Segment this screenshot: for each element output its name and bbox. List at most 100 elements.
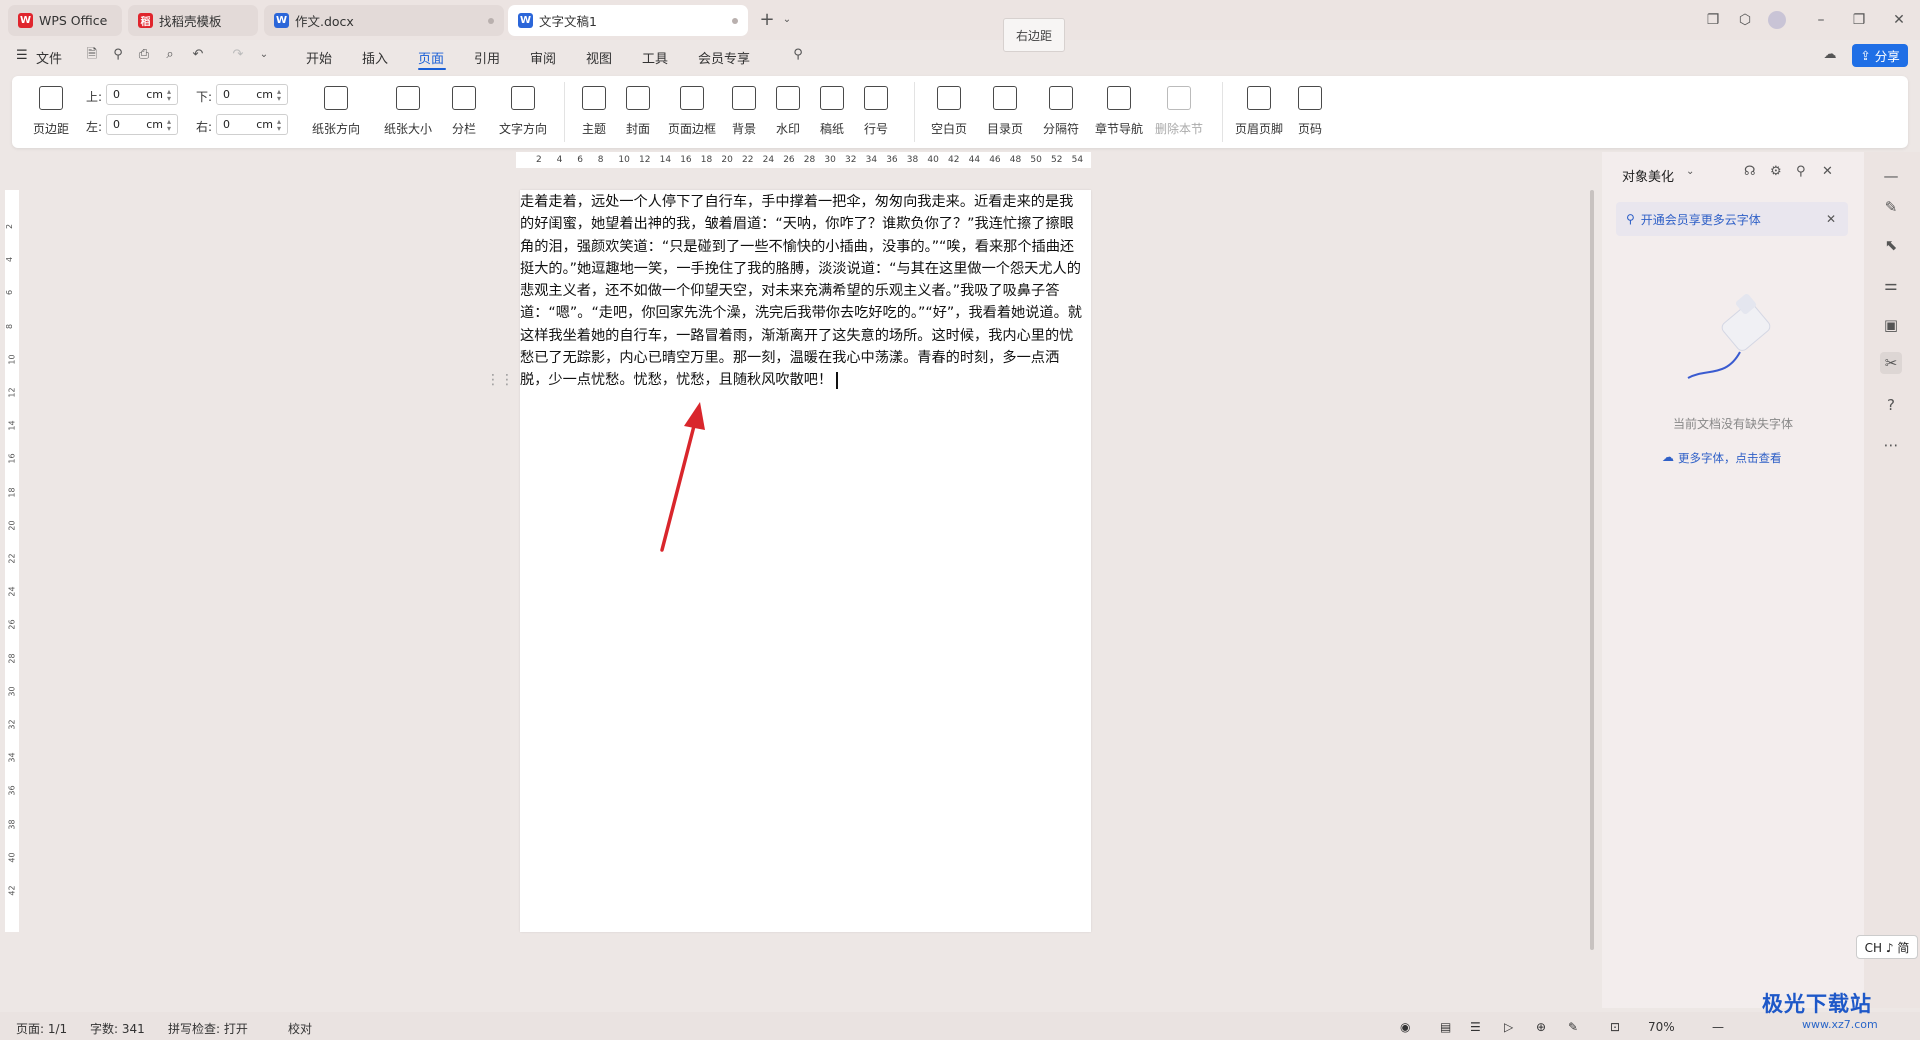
new-tab-plus-icon[interactable]: + — [758, 11, 776, 29]
document-text[interactable]: 走着走着，远处一个人停下了自行车，手中撑着一把伞，匆匆向我走来。近看走来的是我的… — [520, 194, 1082, 388]
tab-zuowen-docx[interactable]: W 作文.docx — [264, 5, 504, 36]
menu-tools[interactable]: 工具 — [642, 48, 668, 67]
columns-button[interactable]: 分栏 — [444, 82, 484, 144]
paper-size-button[interactable]: 纸张大小 — [378, 82, 438, 144]
cloud-icon[interactable]: ☁ — [1822, 47, 1838, 63]
vertical-ruler[interactable]: 2 4 6 8 10 12 14 16 18 20 22 24 26 28 30 32 34 36 38 40 42 — [5, 190, 19, 932]
blank-page-button[interactable]: 空白页 — [924, 82, 974, 144]
pin-icon[interactable]: ⚲ — [1796, 164, 1806, 179]
margin-right-input[interactable]: 0 cm ▴ ▾ — [216, 114, 288, 135]
pen-mode-icon[interactable]: ✎ — [1568, 1020, 1578, 1034]
print-icon[interactable]: ⎙ — [136, 47, 152, 63]
scroll-thumb[interactable] — [1590, 190, 1594, 950]
gear-icon[interactable]: ⚙ — [1770, 164, 1782, 179]
spinner-icon[interactable]: ▴ ▾ — [167, 117, 171, 132]
delete-section-button[interactable]: 删除本节 — [1152, 82, 1206, 144]
zoom-out-icon[interactable]: — — [1712, 1020, 1724, 1034]
panel-title[interactable]: 对象美化 — [1622, 166, 1674, 185]
beautify-icon[interactable]: ✂ — [1880, 352, 1902, 374]
menu-review[interactable]: 审阅 — [530, 48, 556, 67]
more-icon[interactable]: ⋯ — [1880, 434, 1902, 456]
fit-page-icon[interactable]: ⊡ — [1610, 1020, 1620, 1034]
spinner-icon[interactable]: ▴ ▾ — [277, 87, 281, 102]
document-body[interactable]: 走着走着，远处一个人停下了自行车，手中撑着一把伞，匆匆向我走来。近看走来的是我的… — [520, 190, 1087, 392]
drag-handle-icon[interactable]: ⋮⋮ — [486, 372, 514, 388]
more-fonts-link[interactable]: 更多字体，点击查看 — [1678, 450, 1782, 466]
menu-start[interactable]: 开始 — [306, 48, 332, 67]
window-tile-icon[interactable]: ❐ — [1704, 11, 1722, 29]
web-view-icon[interactable]: ⊕ — [1536, 1020, 1546, 1034]
separator-button[interactable]: 分隔符 — [1036, 82, 1086, 144]
quick-access-chevron-icon[interactable]: ⌄ — [256, 47, 272, 63]
proofread[interactable]: 校对 — [288, 1020, 312, 1037]
spell-check[interactable]: 拼写检查: 打开 — [168, 1020, 248, 1037]
play-icon[interactable]: ▷ — [1504, 1020, 1513, 1034]
avatar[interactable] — [1768, 11, 1786, 29]
zoom-level[interactable]: 70% — [1648, 1020, 1675, 1034]
hamburger-icon[interactable]: ☰ — [16, 48, 28, 63]
line-number-button[interactable]: 行号 — [856, 82, 896, 144]
manuscript-button[interactable]: 稿纸 — [812, 82, 852, 144]
image-edit-icon[interactable]: ▣ — [1880, 314, 1902, 336]
promo-banner[interactable]: ⚲ 开通会员享更多云字体 ✕ — [1616, 202, 1848, 236]
tab-template[interactable]: 稻 找稻壳模板 — [128, 5, 258, 36]
redo-icon[interactable]: ↷ — [230, 47, 246, 63]
outline-view-icon[interactable]: ☰ — [1470, 1020, 1481, 1034]
headset-icon[interactable]: ☊ — [1744, 164, 1756, 179]
select-icon[interactable]: ⬉ — [1880, 234, 1902, 256]
vertical-scrollbar[interactable] — [1586, 160, 1598, 1010]
horizontal-ruler[interactable]: 2 4 6 8 10 12 14 16 18 20 22 24 26 28 30 32 34 36 38 40 42 44… — [516, 152, 1091, 168]
minimize-icon[interactable]: – — [1812, 11, 1830, 29]
theme-button[interactable]: 主题 — [574, 82, 614, 144]
menu-file[interactable]: 文件 — [36, 48, 62, 67]
section-nav-button[interactable]: 章节导航 — [1092, 82, 1146, 144]
collapse-icon[interactable]: — — [1880, 165, 1902, 187]
close-panel-icon[interactable]: ✕ — [1822, 164, 1833, 179]
menu-insert[interactable]: 插入 — [362, 48, 388, 67]
margin-top-input[interactable]: 0 cm ▴ ▾ — [106, 84, 178, 105]
toc-page-button[interactable]: 目录页 — [980, 82, 1030, 144]
search-icon[interactable]: ⚲ — [790, 47, 806, 63]
close-window-icon[interactable]: ✕ — [1890, 11, 1908, 29]
cover-button[interactable]: 封面 — [618, 82, 658, 144]
spinner-icon[interactable]: ▴ ▾ — [167, 87, 171, 102]
header-footer-button[interactable]: 页眉页脚 — [1232, 82, 1286, 144]
adjust-icon[interactable]: ⚌ — [1880, 274, 1902, 296]
tab-wps-office[interactable]: W WPS Office — [8, 5, 122, 36]
more-fonts-icon[interactable]: ☁ — [1662, 450, 1674, 464]
page-count[interactable]: 页面: 1/1 — [16, 1020, 67, 1037]
save-icon[interactable]: 🗎 — [84, 47, 100, 63]
page-border-button[interactable]: 页面边框 — [664, 82, 720, 144]
panel-title-chevron-icon[interactable]: ⌄ — [1686, 166, 1694, 177]
orientation-button[interactable]: 纸张方向 — [306, 82, 366, 144]
watermark-button[interactable]: 水印 — [768, 82, 808, 144]
tab-document-1[interactable]: W 文字文稿1 — [508, 5, 748, 36]
help-icon[interactable]: ? — [1880, 394, 1902, 416]
tab-close-dot[interactable] — [732, 18, 738, 24]
margin-bottom-input[interactable]: 0 cm ▴ ▾ — [216, 84, 288, 105]
tab-close-dot[interactable] — [488, 18, 494, 24]
menu-view[interactable]: 视图 — [586, 48, 612, 67]
text-direction-button[interactable]: 文字方向 — [492, 82, 554, 144]
close-promo-icon[interactable]: ✕ — [1826, 212, 1836, 226]
menu-member[interactable]: 会员专享 — [698, 48, 750, 67]
spinner-icon[interactable]: ▴ ▾ — [277, 117, 281, 132]
page-view-icon[interactable]: ▤ — [1440, 1020, 1451, 1034]
find-icon[interactable]: ⚲ — [110, 47, 126, 63]
ime-indicator[interactable]: CH ♪ 简 — [1856, 935, 1918, 959]
background-button[interactable]: 背景 — [724, 82, 764, 144]
tab-list-chevron-icon[interactable]: ⌄ — [778, 11, 796, 29]
undo-icon[interactable]: ↶ — [190, 47, 206, 63]
page-number-button[interactable]: 页码 — [1290, 82, 1330, 144]
promo-text[interactable]: 开通会员享更多云字体 — [1641, 211, 1761, 228]
document-page[interactable]: 走着走着，远处一个人停下了自行车，手中撑着一把伞，匆匆向我走来。近看走来的是我的… — [520, 190, 1091, 932]
menu-reference[interactable]: 引用 — [474, 48, 500, 67]
margin-left-input[interactable]: 0 cm ▴ ▾ — [106, 114, 178, 135]
share-button[interactable]: ⇪ 分享 — [1852, 44, 1908, 67]
eye-icon[interactable]: ◉ — [1400, 1020, 1410, 1034]
cube-icon[interactable]: ⬡ — [1736, 11, 1754, 29]
pen-icon[interactable]: ✎ — [1880, 196, 1902, 218]
margins-button[interactable]: 页边距 — [26, 82, 76, 144]
restore-icon[interactable]: ❐ — [1850, 11, 1868, 29]
menu-page[interactable]: 页面 — [418, 48, 444, 67]
